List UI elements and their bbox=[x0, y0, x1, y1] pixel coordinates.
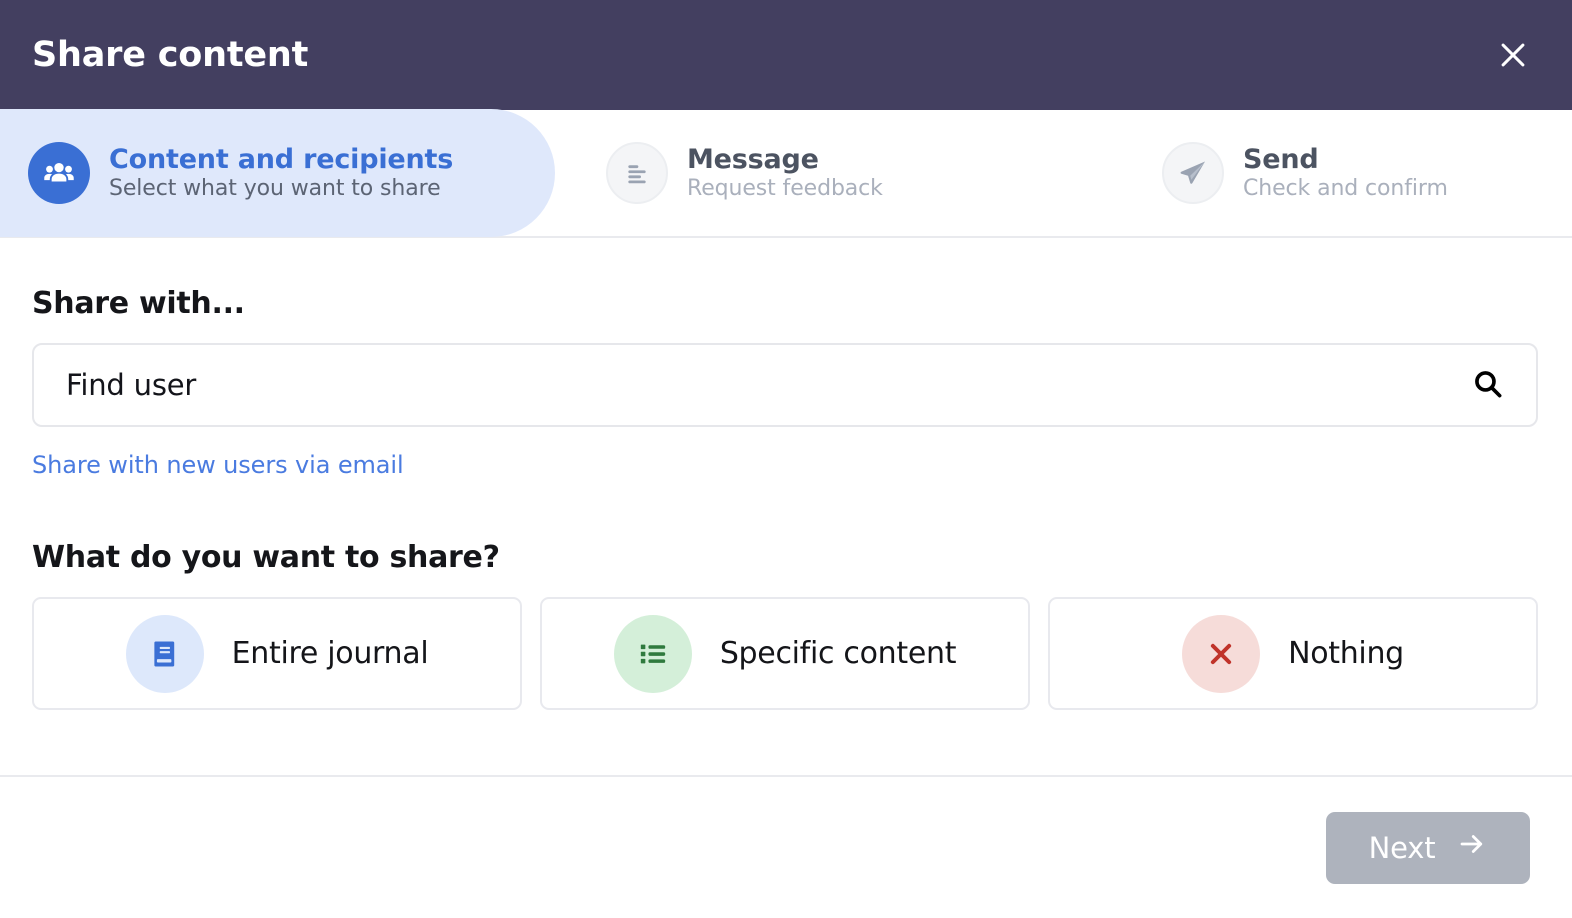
share-via-email-link[interactable]: Share with new users via email bbox=[32, 451, 404, 479]
step-label: Send bbox=[1243, 143, 1319, 175]
step-label: Content and recipients bbox=[109, 143, 454, 175]
modal-footer: Next bbox=[0, 775, 1572, 918]
find-user-field[interactable] bbox=[32, 343, 1538, 427]
modal-header: Share content bbox=[0, 0, 1572, 110]
step-send[interactable]: Send Check and confirm bbox=[1115, 109, 1572, 237]
step-message[interactable]: Message Request feedback bbox=[555, 109, 1115, 237]
text-lines-icon bbox=[606, 142, 668, 204]
wizard-stepper: Content and recipients Select what you w… bbox=[0, 109, 1572, 238]
option-label: Nothing bbox=[1288, 636, 1404, 671]
search-input[interactable] bbox=[66, 368, 1466, 402]
step-text: Content and recipients Select what you w… bbox=[109, 143, 454, 202]
step-text: Send Check and confirm bbox=[1243, 143, 1448, 202]
step-sublabel: Request feedback bbox=[687, 175, 883, 201]
next-button[interactable]: Next bbox=[1326, 811, 1530, 884]
step-sublabel: Check and confirm bbox=[1243, 175, 1448, 201]
share-content-modal: Share content Content and recipients Sel… bbox=[0, 0, 1572, 918]
arrow-right-icon bbox=[1457, 829, 1487, 866]
paper-plane-icon bbox=[1162, 142, 1224, 204]
search-icon bbox=[1471, 367, 1505, 404]
share-scope-options: Entire journal Specific content Nothing bbox=[32, 597, 1538, 710]
x-mark-icon bbox=[1182, 614, 1261, 693]
people-group-icon bbox=[28, 142, 90, 204]
next-button-label: Next bbox=[1368, 830, 1436, 865]
modal-body: Share with... Share with new users via e… bbox=[0, 238, 1572, 775]
share-with-title: Share with... bbox=[32, 286, 245, 321]
option-label: Specific content bbox=[719, 636, 957, 671]
option-label: Entire journal bbox=[231, 636, 429, 671]
step-text: Message Request feedback bbox=[687, 143, 883, 202]
page-title: Share content bbox=[32, 34, 309, 75]
list-icon bbox=[613, 614, 692, 693]
option-entire-journal[interactable]: Entire journal bbox=[32, 597, 522, 710]
close-button[interactable] bbox=[1484, 26, 1542, 84]
step-label: Message bbox=[687, 143, 819, 175]
option-nothing[interactable]: Nothing bbox=[1048, 597, 1538, 710]
close-icon bbox=[1496, 38, 1530, 72]
book-icon bbox=[125, 614, 204, 693]
search-button[interactable] bbox=[1466, 363, 1510, 407]
step-sublabel: Select what you want to share bbox=[109, 175, 441, 201]
step-content-and-recipients[interactable]: Content and recipients Select what you w… bbox=[0, 109, 555, 237]
what-to-share-title: What do you want to share? bbox=[32, 540, 500, 575]
option-specific-content[interactable]: Specific content bbox=[540, 597, 1030, 710]
